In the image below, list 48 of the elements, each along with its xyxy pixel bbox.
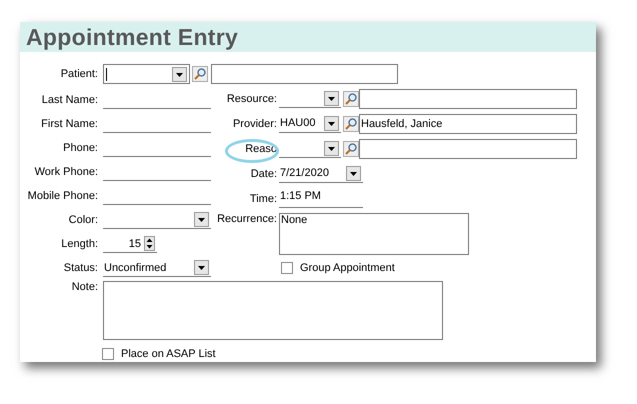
highlight-ellipse	[225, 138, 279, 162]
field-label: Work Phone:	[34, 166, 99, 178]
caret-icon[interactable]	[324, 140, 339, 156]
patient-combo[interactable]	[103, 64, 190, 84]
time-field[interactable]: 1:15 PM	[279, 190, 363, 208]
field-label: Patient:	[60, 68, 99, 80]
caret-icon[interactable]	[194, 260, 209, 275]
caret-icon[interactable]	[346, 166, 361, 180]
checkbox-label: Place on ASAP List	[121, 348, 216, 360]
dropdown-field[interactable]	[279, 140, 341, 158]
checkbox[interactable]	[102, 348, 114, 360]
field-label: Phone:	[62, 142, 99, 154]
field-label: Note:	[70, 281, 99, 293]
checkbox-label: Group Appointment	[300, 262, 395, 274]
spinner-icon[interactable]	[144, 236, 155, 251]
field-label: Date:	[250, 168, 278, 180]
field-label: Recurrence:	[217, 213, 278, 225]
spin-field[interactable]: 15	[103, 235, 157, 253]
name-field[interactable]	[359, 88, 577, 108]
field-label: Resource:	[226, 92, 278, 104]
field-label: First Name:	[40, 118, 99, 130]
caret-icon[interactable]	[172, 67, 187, 82]
field-label: Provider:	[232, 118, 278, 130]
dropdown-field[interactable]: Unconfirmed	[103, 259, 211, 277]
checkbox[interactable]	[281, 262, 293, 274]
caret-icon[interactable]	[194, 212, 209, 227]
field-label: Status:	[62, 262, 99, 274]
patient-name-field[interactable]	[211, 64, 398, 84]
name-field[interactable]	[359, 138, 577, 158]
note-field[interactable]	[103, 281, 443, 340]
field-label: Time:	[248, 192, 278, 204]
field-label: Last Name:	[40, 94, 99, 106]
caret-icon[interactable]	[324, 90, 339, 106]
field-label: Mobile Phone:	[26, 190, 99, 202]
search-icon[interactable]	[343, 140, 359, 156]
recurrence-field[interactable]: None	[279, 213, 469, 255]
search-icon[interactable]	[343, 116, 359, 132]
search-icon[interactable]	[343, 90, 359, 106]
search-icon[interactable]	[192, 66, 208, 82]
name-field[interactable]: Hausfeld, Janice	[359, 114, 577, 134]
window-title: Appointment Entry	[26, 24, 238, 50]
field-label: Color:	[68, 214, 99, 226]
caret-icon[interactable]	[324, 116, 339, 130]
dropdown-field[interactable]	[279, 90, 341, 108]
field-label: Length:	[60, 238, 99, 250]
date-field[interactable]: 7/21/2020	[279, 164, 363, 182]
dropdown-field[interactable]	[103, 211, 211, 229]
dropdown-field[interactable]: HAU00	[279, 114, 341, 132]
